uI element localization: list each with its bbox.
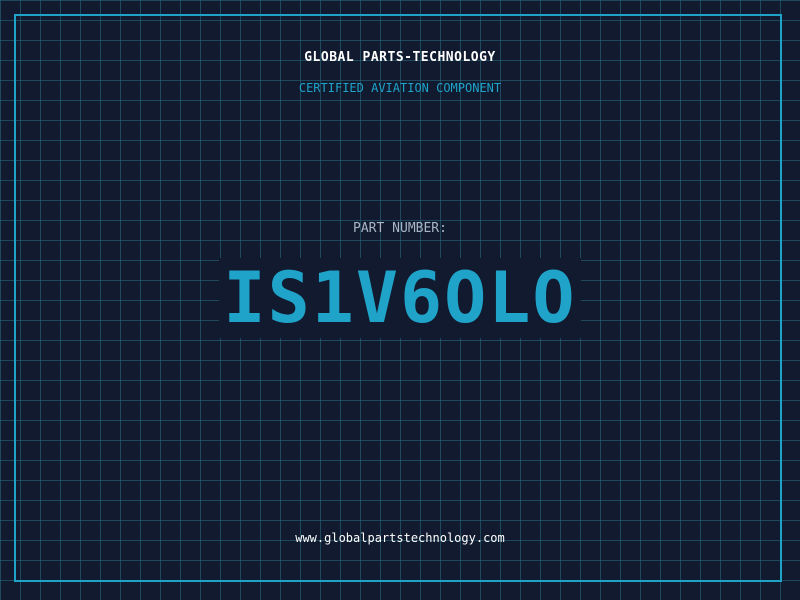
part-label-card: GLOBAL PARTS-TECHNOLOGY CERTIFIED AVIATI… [0,0,800,600]
part-number-value: IS1V6OLO [219,258,581,338]
company-name: GLOBAL PARTS-TECHNOLOGY [304,50,496,65]
certification-subtitle: CERTIFIED AVIATION COMPONENT [298,81,502,95]
part-number-display: IS1V6OLO [0,258,800,338]
website-url: www.globalpartstechnology.com [295,531,505,545]
part-number-label: PART NUMBER: [353,221,447,236]
